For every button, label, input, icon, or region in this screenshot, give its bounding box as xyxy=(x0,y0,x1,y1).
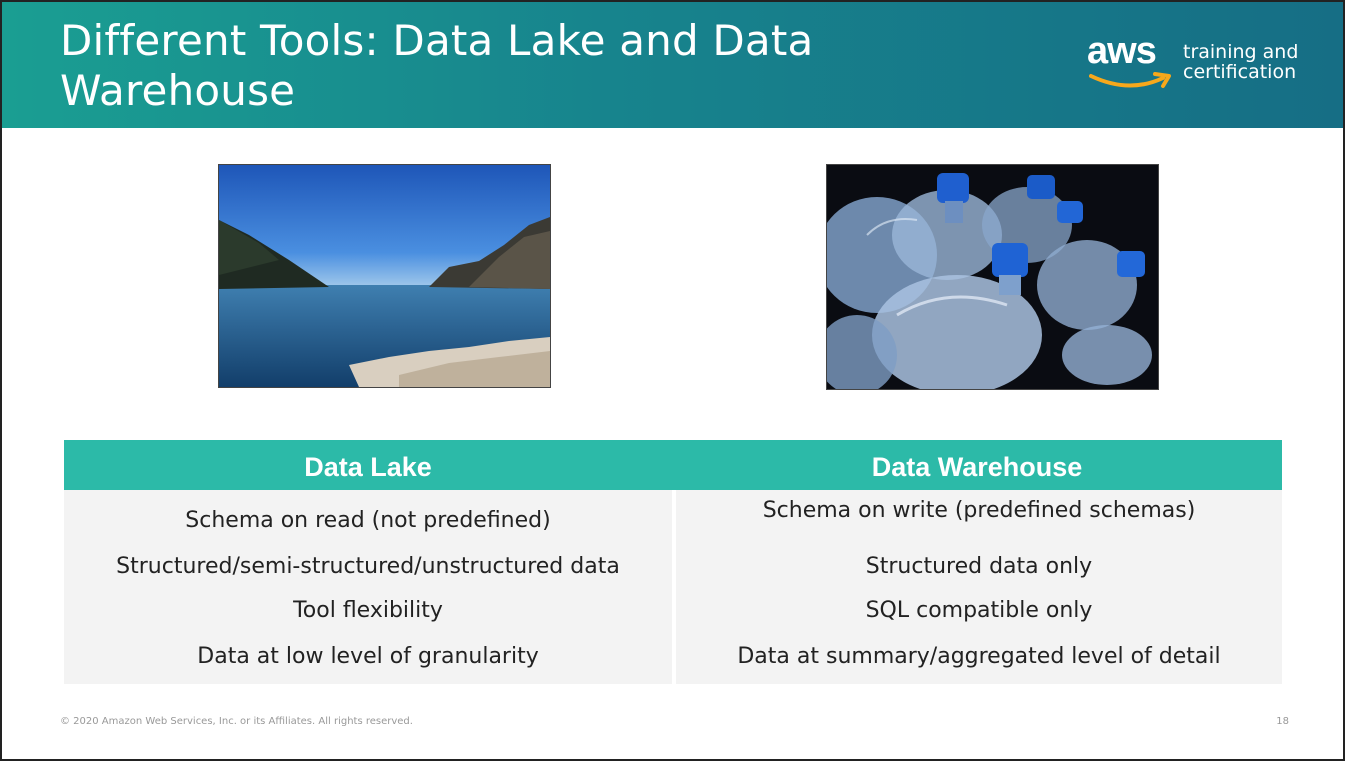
page-number: 18 xyxy=(1276,716,1289,727)
data-lake-row: Structured/semi-structured/unstructured … xyxy=(116,554,620,579)
title-line-1: Different Tools: Data Lake and Data xyxy=(60,16,814,65)
data-lake-row: Schema on read (not predefined) xyxy=(185,508,551,533)
data-lake-row: Tool flexibility xyxy=(293,598,443,623)
title-line-2: Warehouse xyxy=(60,66,296,115)
slide: Different Tools: Data Lake and Data Ware… xyxy=(0,0,1345,761)
data-lake-row: Data at low level of granularity xyxy=(197,644,539,669)
data-warehouse-column: Schema on write (predefined schemas) Str… xyxy=(676,490,1282,684)
aws-smile-icon xyxy=(1089,72,1171,88)
data-lake-header: Data Lake xyxy=(64,440,672,490)
water-jugs-photo xyxy=(826,164,1159,390)
copyright-notice: © 2020 Amazon Web Services, Inc. or its … xyxy=(60,716,413,727)
aws-tagline-line-1: training and xyxy=(1183,41,1299,63)
aws-logo-tagline: training and certification xyxy=(1183,42,1323,82)
title-bar: Different Tools: Data Lake and Data Ware… xyxy=(2,2,1343,128)
data-warehouse-row: Data at summary/aggregated level of deta… xyxy=(737,644,1221,669)
lake-photo xyxy=(218,164,551,388)
aws-logo-word: aws xyxy=(1087,30,1157,72)
aws-tagline-line-2: certification xyxy=(1183,61,1297,83)
slide-title: Different Tools: Data Lake and Data Ware… xyxy=(60,16,960,116)
data-warehouse-row: Structured data only xyxy=(865,554,1093,579)
data-warehouse-row: SQL compatible only xyxy=(865,598,1093,623)
data-lake-column: Schema on read (not predefined) Structur… xyxy=(64,490,672,684)
data-warehouse-row: Schema on write (predefined schemas) xyxy=(762,498,1196,523)
data-warehouse-header: Data Warehouse xyxy=(672,440,1282,490)
